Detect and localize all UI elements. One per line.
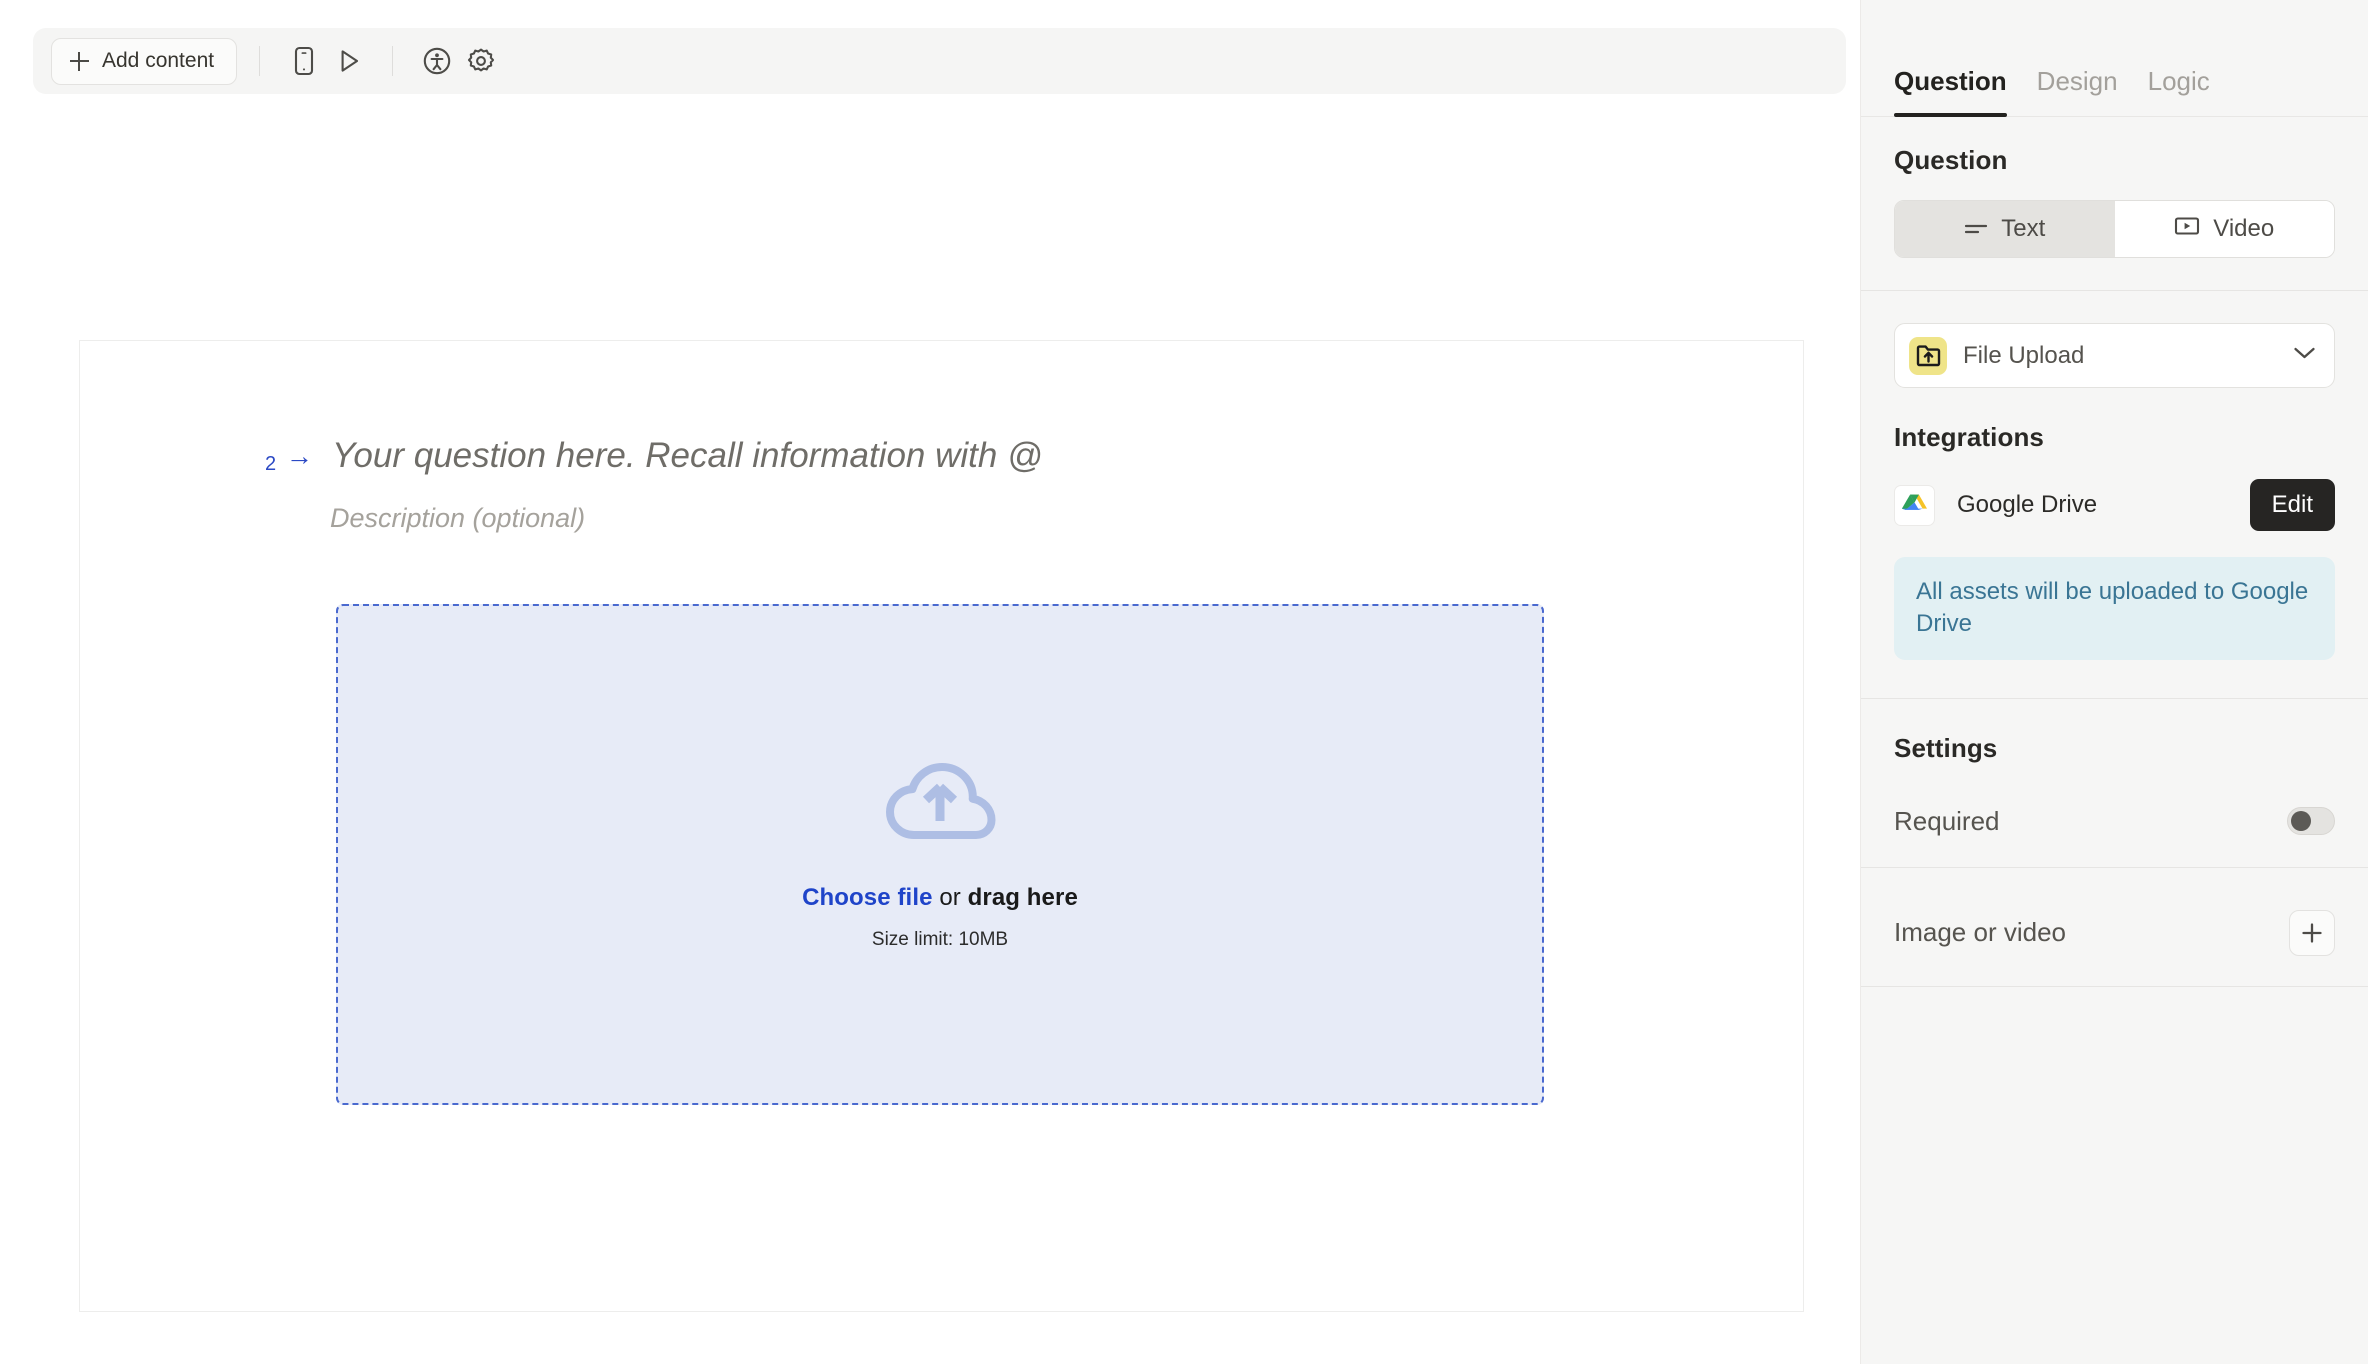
- segment-text[interactable]: Text: [1895, 201, 2115, 257]
- dropzone-main-text: Choose file or drag here: [802, 884, 1078, 912]
- image-or-video-label: Image or video: [1894, 917, 2066, 948]
- panel-divider-4: [1861, 985, 2368, 987]
- add-content-button[interactable]: Add content: [51, 37, 238, 85]
- cloud-upload-icon: [882, 759, 998, 850]
- required-label: Required: [1894, 805, 2000, 836]
- tab-design[interactable]: Design: [2037, 66, 2118, 116]
- drag-here-text: drag here: [967, 883, 1078, 911]
- question-type-segmented-control: Text Video: [1894, 200, 2335, 258]
- edit-integration-button[interactable]: Edit: [2249, 479, 2335, 531]
- file-dropzone[interactable]: Choose file or drag here Size limit: 10M…: [336, 604, 1544, 1105]
- tab-logic[interactable]: Logic: [2148, 66, 2210, 116]
- settings-gear-icon[interactable]: [459, 39, 503, 83]
- question-type-value: File Upload: [1963, 341, 2085, 369]
- play-preview-icon[interactable]: [326, 39, 370, 83]
- question-number: 2: [265, 453, 277, 475]
- dropzone-or-text: or: [932, 883, 968, 911]
- settings-section: Settings Required: [1861, 699, 2368, 867]
- question-section: Question Text Video: [1861, 117, 2368, 290]
- toggle-knob: [2291, 811, 2311, 832]
- question-type-dropdown[interactable]: File Upload: [1894, 323, 2335, 388]
- integration-info-box: All assets will be uploaded to Google Dr…: [1894, 557, 2335, 660]
- accessibility-icon[interactable]: [415, 39, 459, 83]
- integrations-section: Integrations Google Drive Edit All asset…: [1861, 422, 2368, 698]
- question-type-section: File Upload: [1861, 291, 2368, 422]
- required-toggle[interactable]: [2287, 807, 2335, 836]
- question-description-input[interactable]: Description (optional): [330, 503, 585, 534]
- integration-name: Google Drive: [1957, 491, 2098, 518]
- integration-row-google-drive: Google Drive Edit: [1894, 479, 2335, 531]
- setting-row-required: Required: [1894, 806, 2335, 837]
- plus-icon: [70, 51, 89, 71]
- text-lines-icon: [1964, 215, 1988, 243]
- chevron-down-icon: [2293, 346, 2316, 365]
- panel-tabs: Question Design Logic: [1861, 0, 2368, 117]
- mobile-preview-icon[interactable]: [282, 39, 326, 83]
- right-settings-panel: Question Design Logic Question Text Vide…: [1860, 0, 2368, 1364]
- tab-question[interactable]: Question: [1894, 66, 2007, 117]
- google-drive-icon: [1894, 484, 1935, 526]
- add-content-label: Add content: [102, 49, 215, 72]
- settings-section-title: Settings: [1894, 732, 1998, 763]
- editor-toolbar: Add content: [33, 28, 1846, 94]
- question-arrow-icon: →: [286, 441, 313, 471]
- image-or-video-section: Image or video: [1861, 868, 2368, 956]
- segment-video[interactable]: Video: [2114, 201, 2334, 257]
- setting-row-image-or-video: Image or video: [1894, 909, 2335, 956]
- segment-video-label: Video: [2213, 215, 2275, 242]
- choose-file-link[interactable]: Choose file: [802, 884, 932, 911]
- integrations-section-title: Integrations: [1894, 422, 2044, 452]
- toolbar-divider-2: [392, 46, 394, 76]
- question-section-title: Question: [1894, 145, 2008, 175]
- dropzone-size-limit: Size limit: 10MB: [871, 928, 1009, 950]
- question-title-input[interactable]: Your question here. Recall information w…: [332, 436, 1043, 476]
- segment-text-label: Text: [2001, 215, 2046, 242]
- toolbar-divider: [259, 46, 261, 76]
- video-play-icon: [2174, 215, 2200, 243]
- app-root: Add content 2 → Your question here. Reca…: [0, 0, 2368, 1364]
- canvas-area: Add content 2 → Your question here. Reca…: [0, 0, 1860, 1364]
- folder-upload-icon: [1909, 336, 1947, 375]
- add-image-or-video-button[interactable]: [2289, 909, 2335, 956]
